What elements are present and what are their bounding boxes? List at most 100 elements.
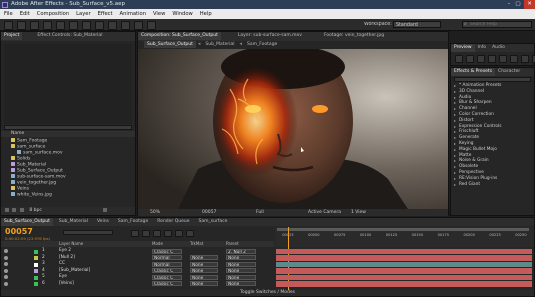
breadcrumb-sub-surface-output[interactable]: Sub_Surface_Output (144, 41, 196, 48)
current-time-display[interactable]: 00057 (5, 227, 33, 236)
minimize-button[interactable]: – (505, 1, 513, 7)
layer-row[interactable]: 6 [Veins] Classic C None None (1, 281, 534, 288)
selection-tool-icon[interactable] (4, 21, 13, 30)
layer-label-color[interactable] (34, 282, 38, 286)
frame-blending-icon[interactable] (164, 230, 172, 237)
layer-trkmat-select[interactable]: None (190, 274, 218, 280)
resolution-select[interactable]: Full (256, 209, 264, 216)
tab-composition[interactable]: Composition: Sub_Surface_Output (138, 32, 221, 40)
search-input[interactable] (470, 22, 530, 27)
bit-depth-label[interactable]: 8 bpc (29, 208, 41, 213)
layer-trkmat-select[interactable]: None (190, 261, 218, 267)
tab-effects-presets[interactable]: Effects & Presets (451, 68, 496, 76)
time-ruler[interactable]: 00025 00050 00075 00100 00125 00150 0017… (275, 227, 534, 247)
tab-footage[interactable]: Footage: vein_together.jpg (321, 32, 387, 40)
pen-tool-icon[interactable] (82, 21, 91, 30)
hand-tool-icon[interactable] (17, 21, 26, 30)
visibility-icon[interactable] (4, 249, 8, 253)
layer-duration-bar[interactable] (276, 255, 532, 261)
layer-mode-select[interactable]: Classic C (152, 274, 182, 280)
toggle-switches-modes-button[interactable]: Toggle Switches / Modes (240, 290, 295, 295)
timeline-search-field[interactable] (63, 230, 113, 235)
project-item[interactable]: white_Veins.jpg (1, 192, 135, 198)
layer-trkmat-select[interactable]: None (190, 281, 218, 286)
motion-blur-icon[interactable] (175, 230, 183, 237)
shy-layers-icon[interactable] (153, 230, 161, 237)
timeline-tab-render-queue[interactable]: Render Queue (154, 218, 192, 226)
puppet-tool-icon[interactable] (147, 21, 156, 30)
layer-parent-select[interactable]: None (226, 255, 256, 260)
tab-preview[interactable]: Preview (451, 44, 475, 52)
menu-effect[interactable]: Effect (98, 9, 113, 19)
tab-project[interactable]: Project (1, 32, 23, 40)
visibility-icon[interactable] (4, 275, 8, 279)
layer-mode-select[interactable]: Classic C (152, 281, 182, 286)
draft-3d-icon[interactable] (142, 230, 150, 237)
layer-duration-bar[interactable] (276, 281, 532, 287)
breadcrumb-sub-material[interactable]: Sub_Material (202, 41, 237, 48)
layer-name-header[interactable]: Layer Name (59, 241, 83, 247)
maximize-button[interactable]: ▢ (514, 1, 522, 7)
rotate-tool-icon[interactable] (43, 21, 52, 30)
layer-duration-bar[interactable] (276, 268, 532, 274)
zoom-tool-icon[interactable] (30, 21, 39, 30)
layer-trkmat-select[interactable]: None (190, 255, 218, 260)
trkmat-header[interactable]: TrkMat (190, 241, 203, 247)
views-select[interactable]: 1 View (351, 209, 366, 216)
timecode-display[interactable]: 00057 (202, 209, 216, 216)
search-help-field[interactable]: ⌕ (462, 21, 532, 28)
tab-info[interactable]: Info (475, 44, 490, 52)
eraser-tool-icon[interactable] (134, 21, 143, 30)
layer-parent-select[interactable]: None (226, 274, 256, 280)
tab-audio[interactable]: Audio (489, 44, 508, 52)
layer-name[interactable]: [Veins] (59, 281, 74, 288)
layer-mode-select[interactable]: Normal (152, 261, 182, 267)
comp-mini-flowchart-icon[interactable] (131, 230, 139, 237)
work-area-bar[interactable] (277, 228, 529, 231)
menu-animation[interactable]: Animation (120, 9, 146, 19)
brush-tool-icon[interactable] (108, 21, 117, 30)
menu-help[interactable]: Help (200, 9, 212, 19)
layer-parent-select[interactable]: 2. Null 2 (226, 248, 256, 254)
layer-label-color[interactable] (34, 262, 38, 267)
layer-mode-select[interactable]: Classic C (152, 248, 182, 254)
new-composition-icon[interactable] (19, 207, 24, 212)
menu-window[interactable]: Window (172, 9, 192, 19)
parent-header[interactable]: Parent (226, 241, 239, 247)
trash-icon[interactable] (103, 207, 108, 212)
layer-duration-bar[interactable] (276, 248, 532, 254)
timeline-tab-veins[interactable]: Veins (94, 218, 112, 226)
clone-tool-icon[interactable] (121, 21, 130, 30)
next-frame-icon[interactable] (488, 55, 496, 63)
layer-label-color[interactable] (34, 269, 38, 273)
menu-file[interactable]: File (4, 9, 13, 19)
layer-trkmat-select[interactable]: None (190, 268, 218, 273)
close-button[interactable]: ✕ (524, 0, 535, 9)
project-search-field[interactable] (4, 125, 132, 130)
layer-duration-bar[interactable] (276, 261, 532, 267)
layer-label-color[interactable] (34, 275, 38, 280)
camera-tool-icon[interactable] (56, 21, 65, 30)
timeline-tab-sam-footage[interactable]: Sam_Footage (115, 218, 151, 226)
menu-layer[interactable]: Layer (76, 9, 90, 19)
visibility-icon[interactable] (4, 255, 8, 260)
interpret-footage-icon[interactable] (5, 207, 9, 212)
tab-effect-controls[interactable]: Effect Controls: Sub_Material (34, 32, 105, 40)
camera-select[interactable]: Active Camera (308, 209, 341, 216)
loop-icon[interactable] (521, 55, 529, 63)
layer-parent-select[interactable]: None (226, 281, 256, 286)
layer-duration-bar[interactable] (276, 274, 532, 280)
play-icon[interactable] (477, 55, 485, 63)
layer-mode-select[interactable]: Classic C (152, 268, 182, 273)
menu-edit[interactable]: Edit (20, 9, 30, 19)
effect-category[interactable]: Red Giant (451, 182, 534, 188)
zoom-select[interactable]: 50% (150, 209, 160, 216)
tab-character[interactable]: Character (495, 68, 523, 76)
mode-header[interactable]: Mode (152, 241, 163, 247)
type-tool-icon[interactable] (95, 21, 104, 30)
name-column-header[interactable]: Name (11, 131, 24, 136)
new-folder-icon[interactable] (12, 207, 17, 212)
composition-viewer[interactable] (138, 49, 448, 209)
workspace-select[interactable]: Standard (393, 21, 441, 28)
graph-editor-icon[interactable] (186, 230, 194, 237)
